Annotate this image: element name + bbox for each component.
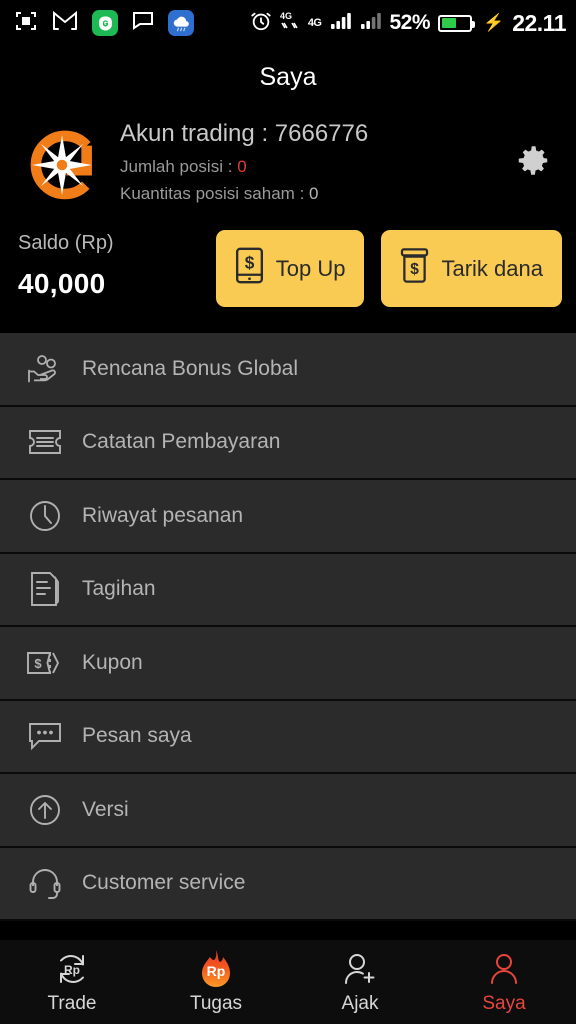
menu-item-kupon[interactable]: $ Kupon xyxy=(0,627,576,701)
weather-icon xyxy=(168,10,194,36)
menu-list: Rencana Bonus Global Catatan Pembayaran xyxy=(0,333,576,921)
nav-item-tugas[interactable]: Rp Tugas xyxy=(144,949,288,1015)
account-section: Akun trading : 7666776 Jumlah posisi : 0… xyxy=(0,108,576,218)
positions-separator: : xyxy=(227,156,233,176)
arrow-up-circle-icon xyxy=(22,793,68,827)
gear-icon[interactable] xyxy=(514,142,552,185)
signal-bars-icon-secondary xyxy=(360,11,382,35)
battery-percent-label: 52% xyxy=(389,11,431,34)
ticket-lines-icon xyxy=(22,427,68,457)
trading-account-label: Akun trading xyxy=(120,119,255,147)
menu-item-label: Versi xyxy=(82,797,129,821)
menu-item-riwayat-pesanan[interactable]: Riwayat pesanan xyxy=(0,480,576,554)
chat-icon xyxy=(132,11,154,35)
nav-item-ajak[interactable]: Ajak xyxy=(288,949,432,1015)
status-bar-system: 4G 4G 52% ⚡ 22.11 xyxy=(250,10,566,37)
clock-icon xyxy=(22,499,68,533)
menu-item-label: Customer service xyxy=(82,871,246,895)
menu-item-label: Catatan Pembayaran xyxy=(82,430,281,454)
document-lines-icon xyxy=(22,571,68,607)
menu-item-rencana-bonus-global[interactable]: Rencana Bonus Global xyxy=(0,333,576,407)
nav-item-label: Saya xyxy=(482,993,526,1014)
menu-item-label: Tagihan xyxy=(82,577,156,601)
trading-account-row: Akun trading : 7666776 xyxy=(120,120,558,148)
withdraw-button[interactable]: $ Tarik dana xyxy=(381,230,562,307)
menu-item-pesan-saya[interactable]: Pesan saya xyxy=(0,700,576,774)
headset-icon xyxy=(22,866,68,900)
phone-dollar-icon: $ xyxy=(234,247,265,290)
battery-icon xyxy=(438,14,476,32)
status-bar-notifications xyxy=(14,9,194,38)
nav-item-label: Tugas xyxy=(189,993,243,1014)
balance-actions: $ Top Up $ Tarik dana xyxy=(215,228,562,307)
user-plus-icon xyxy=(342,949,378,989)
menu-item-versi[interactable]: Versi xyxy=(0,774,576,848)
menu-item-catatan-pembayaran[interactable]: Catatan Pembayaran xyxy=(0,406,576,480)
alarm-icon xyxy=(250,10,272,37)
chat-bubble-icon xyxy=(22,720,68,752)
top-up-button[interactable]: $ Top Up xyxy=(215,230,365,307)
svg-text:4G: 4G xyxy=(280,11,292,21)
shares-value: 0 xyxy=(309,183,319,203)
top-up-label: Top Up xyxy=(275,255,346,281)
menu-item-label: Kupon xyxy=(82,650,143,674)
rp-refresh-icon: Rp xyxy=(54,949,90,989)
shares-separator: : xyxy=(299,183,305,203)
app-screen: 4G 4G 52% ⚡ 22.11 Saya Akun trading: 76… xyxy=(0,0,576,1024)
shares-label: Kuantitas posisi saham xyxy=(120,183,295,203)
page-title-label: Saya xyxy=(259,62,317,91)
menu-item-label: Pesan saya xyxy=(82,724,192,748)
network-type-label: 4G xyxy=(307,17,322,29)
jar-dollar-icon: $ xyxy=(399,247,430,290)
svg-text:$: $ xyxy=(244,253,254,273)
user-icon xyxy=(486,949,522,989)
page-title: Saya xyxy=(0,46,576,108)
balance-value: 40,000 xyxy=(18,268,106,299)
status-bar: 4G 4G 52% ⚡ 22.11 xyxy=(0,0,576,46)
rp-flame-icon: Rp xyxy=(197,949,235,989)
trading-account-separator: : xyxy=(261,119,269,147)
bottom-navigation: Rp Trade Rp Tugas Ajak Saya xyxy=(0,940,576,1024)
hand-coins-icon xyxy=(22,353,68,385)
nav-item-label: Trade xyxy=(47,993,97,1014)
screenshot-icon xyxy=(14,9,38,38)
balance-section: Saldo (Rp) 40,000 $ Top Up $ Tarik dana xyxy=(0,218,576,333)
trading-account-number: 7666776 xyxy=(274,119,369,147)
svg-text:$: $ xyxy=(34,656,42,671)
gmail-icon xyxy=(52,10,78,36)
positions-label: Jumlah posisi xyxy=(120,156,223,176)
svg-text:$: $ xyxy=(411,261,420,278)
positions-value: 0 xyxy=(237,156,247,176)
signal-bars-icon xyxy=(330,11,352,35)
withdraw-label: Tarik dana xyxy=(441,255,543,281)
nav-item-saya[interactable]: Saya xyxy=(432,949,576,1015)
svg-text:Rp: Rp xyxy=(64,963,80,977)
nav-item-trade[interactable]: Rp Trade xyxy=(0,949,144,1015)
compass-g-logo xyxy=(18,121,106,209)
svg-text:Rp: Rp xyxy=(207,963,226,979)
positions-row: Jumlah posisi : 0 xyxy=(120,157,558,177)
4g-vpn-icon: 4G xyxy=(280,10,300,37)
balance-display: Saldo (Rp) 40,000 xyxy=(18,228,216,300)
account-details: Akun trading : 7666776 Jumlah posisi : 0… xyxy=(120,120,558,211)
menu-item-label: Rencana Bonus Global xyxy=(82,356,298,380)
charging-bolt-icon: ⚡ xyxy=(483,13,505,32)
menu-item-customer-service[interactable]: Customer service xyxy=(0,847,576,921)
menu-item-label: Riwayat pesanan xyxy=(82,503,244,527)
coupon-dollar-icon: $ xyxy=(22,649,68,677)
menu-item-tagihan[interactable]: Tagihan xyxy=(0,553,576,627)
clock-label: 22.11 xyxy=(512,9,566,36)
nav-item-label: Ajak xyxy=(341,993,379,1014)
gpay-icon xyxy=(92,10,118,36)
shares-row: Kuantitas posisi saham : 0 xyxy=(120,184,558,204)
balance-label: Saldo (Rp) xyxy=(18,232,114,254)
